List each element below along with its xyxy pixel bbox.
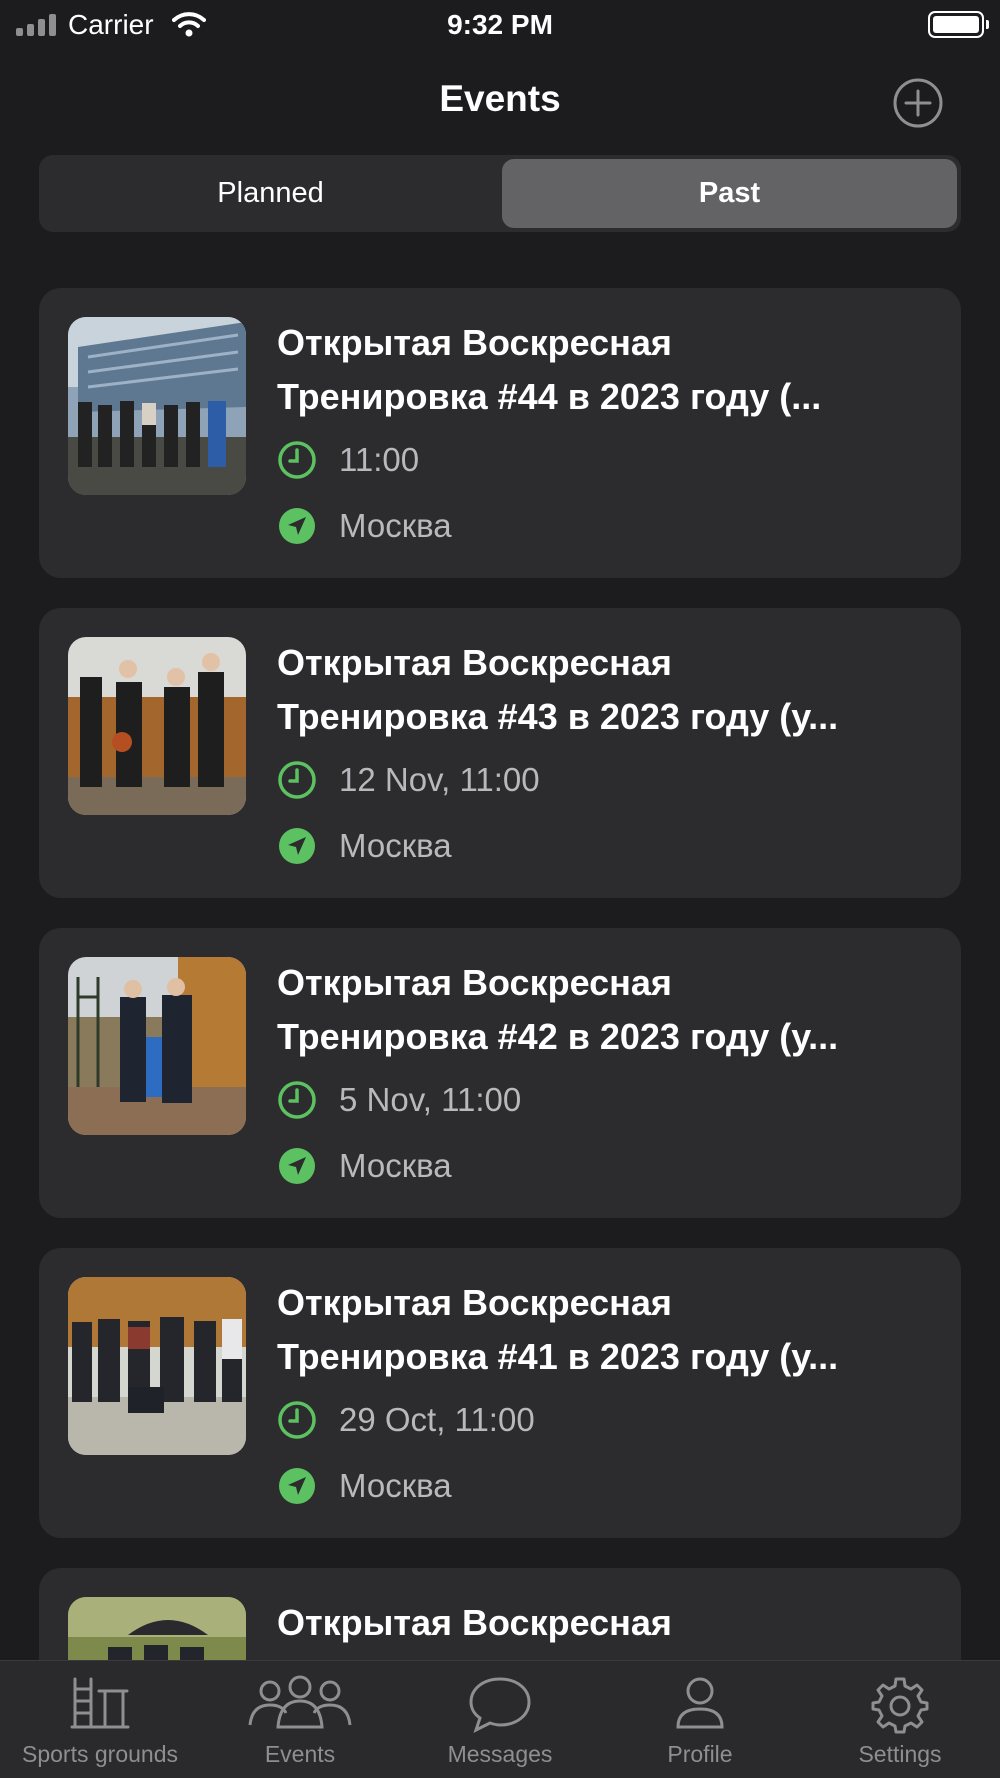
- event-title: Открытая Воскресная Тренировка #43 в 202…: [277, 636, 942, 744]
- location-arrow-icon: [279, 1148, 315, 1184]
- event-time: 11:00: [277, 440, 419, 480]
- event-title-line: Открытая Воскресная: [277, 1282, 672, 1323]
- clock-icon: [278, 1401, 316, 1439]
- event-time-text: 5 Nov, 11:00: [339, 1081, 522, 1118]
- event-card[interactable]: Открытая Воскресная Тренировка #44 в 202…: [39, 288, 961, 578]
- event-title: Открытая Воскресная: [277, 1596, 942, 1650]
- event-location: Москва: [277, 1466, 452, 1506]
- tab-settings[interactable]: Settings: [800, 1661, 1000, 1778]
- clock-icon: [278, 441, 316, 479]
- event-time: 12 Nov, 11:00: [277, 760, 540, 800]
- event-title: Открытая Воскресная Тренировка #41 в 202…: [277, 1276, 942, 1384]
- tab-events[interactable]: Events: [200, 1661, 400, 1778]
- event-title-line: Открытая Воскресная: [277, 642, 672, 683]
- tab-sports-grounds[interactable]: Sports grounds: [0, 1661, 200, 1778]
- gear-icon: [871, 1677, 929, 1734]
- location-arrow-icon: [279, 1468, 315, 1504]
- people-group-icon: [248, 1675, 352, 1729]
- tab-label: Sports grounds: [22, 1741, 178, 1767]
- battery-icon: [928, 11, 989, 38]
- tab-messages[interactable]: Messages: [400, 1661, 600, 1778]
- event-photo: [68, 637, 246, 815]
- segment-planned[interactable]: Planned: [43, 159, 498, 228]
- clock-icon: [278, 761, 316, 799]
- event-time: 29 Oct, 11:00: [277, 1400, 535, 1440]
- event-title: Открытая Воскресная Тренировка #42 в 202…: [277, 956, 942, 1064]
- event-location: Москва: [277, 826, 452, 866]
- tab-label: Settings: [858, 1741, 942, 1767]
- event-location-text: Москва: [339, 507, 452, 544]
- chat-bubble-icon: [469, 1677, 531, 1733]
- event-title-line: Открытая Воскресная: [277, 962, 672, 1003]
- event-title-line: Тренировка #42 в 2023 году (у...: [277, 1016, 839, 1057]
- event-card[interactable]: Открытая Воскресная Тренировка #41 в 202…: [39, 1248, 961, 1538]
- event-time-text: 11:00: [339, 441, 420, 478]
- location-arrow-icon: [279, 828, 315, 864]
- tab-bar: Sports grounds Events Messages Profile S…: [0, 1660, 1000, 1778]
- event-card[interactable]: Открытая Воскресная Тренировка #43 в 202…: [39, 608, 961, 898]
- segmented-control: Planned Past: [39, 155, 961, 232]
- event-photo: [68, 317, 246, 495]
- event-location-text: Москва: [339, 827, 452, 864]
- event-title-line: Открытая Воскресная: [277, 322, 672, 363]
- sports-ground-icon: [70, 1677, 130, 1729]
- event-title-line: Тренировка #43 в 2023 году (у...: [277, 696, 839, 737]
- event-title-line: Открытая Воскресная: [277, 1602, 672, 1643]
- event-location: Москва: [277, 1146, 452, 1186]
- clock-icon: [278, 1081, 316, 1119]
- status-time: 9:32 PM: [447, 9, 553, 40]
- event-location-text: Москва: [339, 1467, 452, 1504]
- event-photo: [68, 957, 246, 1135]
- event-time: 5 Nov, 11:00: [277, 1080, 521, 1120]
- person-icon: [676, 1677, 724, 1729]
- event-card[interactable]: Открытая Воскресная Тренировка #42 в 202…: [39, 928, 961, 1218]
- event-time-text: 12 Nov, 11:00: [339, 761, 540, 798]
- event-photo: [68, 1277, 246, 1455]
- status-bar: Carrier 9:32 PM: [0, 0, 1000, 50]
- plus-circle-icon[interactable]: [892, 77, 944, 129]
- event-time-text: 29 Oct, 11:00: [339, 1401, 535, 1438]
- tab-label: Events: [264, 1741, 336, 1767]
- tab-label: Profile: [667, 1741, 733, 1767]
- event-title-line: Тренировка #44 в 2023 году (...: [277, 376, 822, 417]
- tab-label: Messages: [447, 1741, 553, 1767]
- event-location: Москва: [277, 506, 452, 546]
- segment-past[interactable]: Past: [502, 159, 957, 228]
- event-title-line: Тренировка #41 в 2023 году (у...: [277, 1336, 839, 1377]
- event-title: Открытая Воскресная Тренировка #44 в 202…: [277, 316, 942, 424]
- tab-profile[interactable]: Profile: [600, 1661, 800, 1778]
- event-location-text: Москва: [339, 1147, 452, 1184]
- location-arrow-icon: [279, 508, 315, 544]
- page-title: Events: [439, 78, 561, 119]
- events-screen: Carrier 9:32 PM Events Planned Past Откр…: [0, 0, 1000, 1778]
